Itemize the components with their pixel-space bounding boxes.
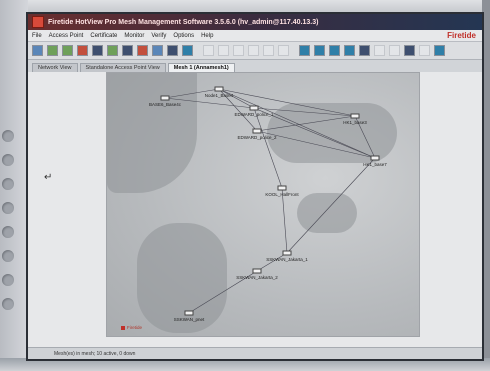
toolbar-stop-icon[interactable] — [137, 45, 148, 56]
toolbar-disabled-icon[interactable] — [233, 45, 244, 56]
toolbar-disabled-icon[interactable] — [263, 45, 274, 56]
monitor-bezel-top — [0, 0, 490, 14]
mesh-canvas[interactable]: ↵ Node1_Base4 BASE6_Base4c EDWARD_police… — [28, 72, 482, 347]
toolbar-help-icon[interactable] — [434, 45, 445, 56]
toolbar-arrow-icon[interactable] — [329, 45, 340, 56]
node-label[interactable]: SSKWAN_Jakarta_2 — [236, 275, 278, 280]
tab-standalone-access-point-view[interactable]: Standalone Access Point View — [79, 63, 166, 72]
monitor-bezel-bottom — [0, 358, 490, 371]
menu-monitor[interactable]: Monitor — [124, 33, 144, 39]
mesh-link — [286, 157, 376, 254]
mesh-node-icon[interactable] — [160, 95, 170, 101]
app-icon — [32, 16, 44, 28]
node-label[interactable]: SSKWAN_pnet — [174, 317, 205, 322]
node-label[interactable]: BASE6_Base4c — [149, 102, 181, 107]
toolbar-alarm-icon[interactable] — [77, 45, 88, 56]
mesh-node-icon[interactable] — [184, 310, 194, 316]
map-legend-label: Firetide — [127, 325, 143, 330]
app-window: Firetide HotView Pro Mesh Management Sof… — [28, 14, 482, 359]
brand-logo: Firetide — [447, 31, 476, 40]
toolbar-disabled-icon[interactable] — [278, 45, 289, 56]
tab-mesh-1[interactable]: Mesh 1 (Annamesh1) — [167, 63, 235, 72]
mesh-node-icon[interactable] — [214, 86, 224, 92]
tab-network-view[interactable]: Network View — [32, 63, 78, 72]
menu-certificate[interactable]: Certificate — [90, 33, 117, 39]
toolbar-mesh-icon[interactable] — [32, 45, 43, 56]
node-label[interactable]: Node1_Base4 — [205, 93, 234, 98]
mesh-link — [281, 187, 288, 254]
menu-help[interactable]: Help — [201, 33, 213, 39]
monitor-bezel-right — [482, 0, 490, 371]
toolbar-arrow-icon[interactable] — [314, 45, 325, 56]
toolbar — [28, 42, 482, 60]
mesh-node-icon[interactable] — [282, 250, 292, 256]
status-text: Mesh(es) in mesh; 10 active, 0 down — [54, 350, 136, 357]
title-bar[interactable]: Firetide HotView Pro Mesh Management Sof… — [28, 14, 482, 30]
toolbar-group-icon[interactable] — [62, 45, 73, 56]
toolbar-disabled-icon[interactable] — [419, 45, 430, 56]
mesh-node-icon[interactable] — [277, 185, 287, 191]
mesh-link — [256, 115, 356, 132]
toolbar-monitor-icon[interactable] — [122, 45, 133, 56]
bezel-decoration — [2, 130, 18, 322]
mesh-node-icon[interactable] — [249, 105, 259, 111]
node-label[interactable]: HK1_base7 — [363, 162, 387, 167]
toolbar-disabled-icon[interactable] — [203, 45, 214, 56]
node-label[interactable]: EDWARD_police_2 — [237, 135, 276, 140]
node-label[interactable]: SSKWAN_Jakarta_1 — [266, 257, 308, 262]
toolbar-print-icon[interactable] — [404, 45, 415, 56]
toolbar-zoom-icon[interactable] — [182, 45, 193, 56]
legend-marker-icon — [121, 325, 125, 330]
node-label[interactable]: KOOL_HallFront — [265, 192, 298, 197]
toolbar-save-icon[interactable] — [92, 45, 103, 56]
map-legend: Firetide — [121, 325, 142, 330]
window-title: Firetide HotView Pro Mesh Management Sof… — [48, 18, 319, 26]
monitor-bezel-left — [0, 0, 28, 371]
toolbar-disabled-icon[interactable] — [374, 45, 385, 56]
toolbar-node-icon[interactable] — [47, 45, 58, 56]
node-label[interactable]: EDWARD_police_1 — [234, 112, 273, 117]
status-bar: Mesh(es) in mesh; 10 active, 0 down — [28, 347, 482, 359]
menu-file[interactable]: File — [32, 33, 42, 39]
mesh-node-icon[interactable] — [252, 128, 262, 134]
mesh-node-icon[interactable] — [370, 155, 380, 161]
toolbar-disabled-icon[interactable] — [218, 45, 229, 56]
menu-verify[interactable]: Verify — [151, 33, 166, 39]
toolbar-disabled-icon[interactable] — [248, 45, 259, 56]
mesh-node-icon[interactable] — [252, 268, 262, 274]
toolbar-export-icon[interactable] — [359, 45, 370, 56]
toolbar-disabled-icon[interactable] — [389, 45, 400, 56]
node-label[interactable]: HK1_base3 — [343, 120, 367, 125]
menu-access-point[interactable]: Access Point — [49, 33, 84, 39]
toolbar-arrow-icon[interactable] — [344, 45, 355, 56]
view-tabs: Network View Standalone Access Point Vie… — [28, 60, 482, 72]
toolbar-settings-icon[interactable] — [167, 45, 178, 56]
toolbar-search-icon[interactable] — [152, 45, 163, 56]
mesh-map[interactable]: Node1_Base4 BASE6_Base4c EDWARD_police_1… — [106, 72, 420, 337]
mesh-link — [253, 107, 283, 189]
toolbar-arrow-icon[interactable] — [299, 45, 310, 56]
mesh-link — [256, 252, 288, 272]
toolbar-refresh-icon[interactable] — [107, 45, 118, 56]
menu-bar: File Access Point Certificate Monitor Ve… — [28, 30, 482, 42]
mouse-cursor-icon: ↵ — [44, 172, 53, 183]
menu-options[interactable]: Options — [173, 33, 194, 39]
mesh-node-icon[interactable] — [350, 113, 360, 119]
